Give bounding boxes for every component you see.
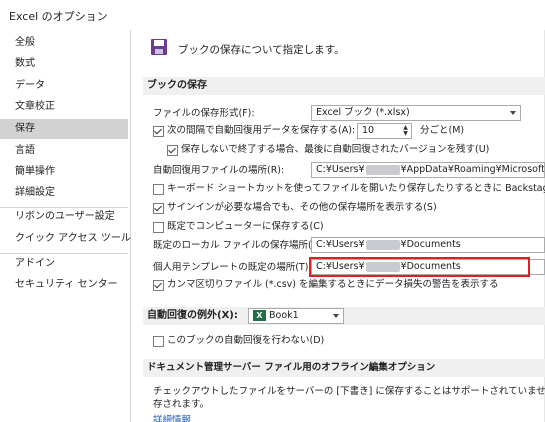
autorecover-minutes-stepper[interactable]: 10 ▲ ▼ — [357, 123, 412, 139]
save-to-computer-label: 既定でコンピューターに保存する(C) — [167, 221, 324, 232]
main-panel: ブックの保存について指定します。 ブックの保存 ファイルの保存形式(F): Ex… — [131, 30, 545, 422]
local-location-label: 既定のローカル ファイルの保存場所(I): — [153, 240, 322, 251]
save-icon — [151, 39, 167, 55]
autorecover-location-label: 自動回復用ファイルの場所(R): — [153, 165, 285, 176]
backstage-checkbox[interactable] — [153, 184, 164, 195]
sidebar-item-advanced[interactable]: 詳細設定 — [0, 183, 128, 203]
redacted-username — [365, 164, 400, 175]
autorecover-label: 次の間隔で自動回復用データを保存する(A): — [167, 125, 356, 136]
save-to-computer-checkbox[interactable] — [153, 222, 164, 233]
sidebar-item-accessibility[interactable]: 簡単操作 — [0, 162, 128, 182]
backstage-label: キーボード ショートカットを使ってファイルを開いたり保存したりするときに Bac… — [167, 183, 545, 194]
local-location-suffix: ¥Documents — [400, 239, 461, 250]
keep-last-autorecovered-checkbox[interactable] — [167, 145, 178, 156]
spin-down-icon[interactable]: ▼ — [401, 131, 410, 137]
sidebar-item-addins[interactable]: アドイン — [0, 254, 128, 274]
sidebar-item-save[interactable]: 保存 — [0, 119, 128, 139]
section-header-offline-editing: ドキュメント管理サーバー ファイル用のオフライン編集オプション — [143, 359, 545, 377]
local-location-input[interactable]: C:¥Users¥ ¥Documents — [311, 237, 545, 253]
csv-warning-checkbox[interactable] — [153, 280, 164, 291]
sidebar-item-general[interactable]: 全般 — [0, 33, 128, 53]
keep-last-autorecovered-label: 保存しないで終了する場合、最後に自動回復されたバージョンを残す(U) — [181, 144, 490, 155]
save-format-label: ファイルの保存形式(F): — [153, 108, 255, 119]
signin-locations-label: サインインが必要な場合でも、その他の保存場所を表示する(S) — [167, 202, 437, 213]
signin-locations-checkbox[interactable] — [153, 203, 164, 214]
highlight-box — [309, 257, 530, 277]
autorecover-exceptions-label: 自動回復の例外(X): — [147, 310, 238, 321]
autorecover-location-prefix: C:¥Users¥ — [316, 164, 365, 175]
page-title: ブックの保存について指定します。 — [178, 44, 345, 56]
sidebar-item-quick-access-toolbar[interactable]: クイック アクセス ツール バー — [0, 229, 154, 249]
template-location-label: 個人用テンプレートの既定の場所(T): — [153, 262, 312, 273]
sidebar-item-formulas[interactable]: 数式 — [0, 54, 128, 74]
chevron-down-icon — [510, 111, 516, 115]
title-bar: Excel のオプション — [0, 0, 545, 30]
redacted-username — [365, 239, 400, 250]
minutes-unit-label: 分ごと(M) — [420, 125, 465, 136]
sidebar-item-proofing[interactable]: 文章校正 — [0, 97, 128, 117]
sidebar-item-data[interactable]: データ — [0, 76, 128, 96]
autorecover-location-suffix: ¥AppData¥Roaming¥Microsoft¥E — [400, 164, 545, 175]
excel-icon: X — [253, 310, 266, 321]
section-header-save-workbooks: ブックの保存 — [143, 77, 545, 95]
window-title: Excel のオプション — [9, 10, 108, 23]
autorecover-minutes-value: 10 — [362, 125, 375, 136]
save-format-value: Excel ブック (*.xlsx) — [316, 107, 410, 118]
section-header-autorecover-exceptions: 自動回復の例外(X): — [143, 307, 545, 325]
autorecover-location-input[interactable]: C:¥Users¥ ¥AppData¥Roaming¥Microsoft¥E — [311, 162, 545, 178]
offline-description-line1: チェックアウトしたファイルをサーバーの [下書き] に保存することはサポートされ… — [153, 386, 545, 397]
workbook-value: Book1 — [269, 310, 299, 321]
chevron-down-icon — [333, 314, 339, 318]
disable-autorecover-label: このブックの自動回復を行わない(D) — [167, 335, 325, 346]
offline-description-line2: 存されます。 — [153, 399, 210, 410]
sidebar-item-trust-center[interactable]: セキュリティ センター — [0, 275, 128, 295]
sidebar-item-language[interactable]: 言語 — [0, 141, 128, 161]
sidebar-item-customize-ribbon[interactable]: リボンのユーザー設定 — [0, 207, 128, 227]
disable-autorecover-checkbox[interactable] — [153, 336, 164, 347]
sidebar: 全般 数式 データ 文章校正 保存 言語 簡単操作 詳細設定 リボンのユーザー設… — [0, 30, 154, 422]
more-info-link[interactable]: 詳細情報 — [153, 414, 191, 422]
save-format-select[interactable]: Excel ブック (*.xlsx) — [311, 105, 521, 121]
local-location-prefix: C:¥Users¥ — [316, 239, 365, 250]
csv-warning-label: カンマ区切りファイル (*.csv) を編集するときにデータ損失の警告を表示する — [167, 279, 499, 290]
autorecover-checkbox[interactable] — [153, 126, 164, 137]
workbook-select[interactable]: X Book1 — [248, 308, 344, 324]
